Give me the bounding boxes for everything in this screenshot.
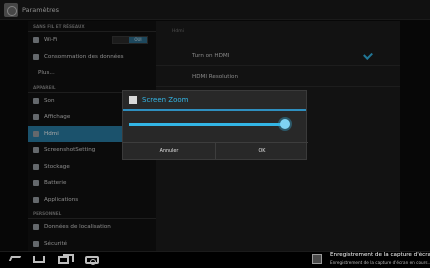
notification-text: Enregistrement de la capture d'écran en …: [330, 260, 430, 265]
notification-title[interactable]: Enregistrement de la capture d'écran...: [330, 252, 430, 258]
screen-zoom-dialog: Screen Zoom Annuler OK: [122, 90, 308, 160]
screenshot-button-icon[interactable]: [85, 256, 99, 265]
home-icon[interactable]: [33, 256, 45, 263]
cancel-button[interactable]: Annuler: [123, 143, 215, 159]
ok-button[interactable]: OK: [215, 143, 308, 159]
zoom-slider[interactable]: [129, 119, 290, 129]
dialog-title: Screen Zoom: [142, 96, 189, 104]
dialog-icon: [129, 96, 137, 104]
slider-thumb[interactable]: [280, 119, 290, 129]
slider-fill: [129, 123, 285, 126]
recent-apps-icon[interactable]: [58, 254, 74, 264]
dialog-buttons: Annuler OK: [123, 142, 308, 159]
dialog-title-bar: Screen Zoom: [123, 91, 306, 111]
image-notification-icon: [312, 254, 322, 264]
back-icon[interactable]: [8, 256, 22, 261]
